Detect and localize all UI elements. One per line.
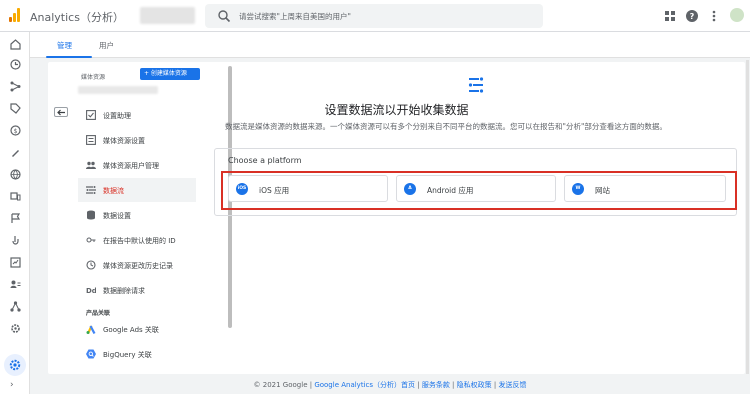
property-selector[interactable] (78, 86, 158, 94)
footer-link-privacy[interactable]: 隐私权政策 (457, 381, 492, 389)
tag-icon[interactable] (10, 103, 21, 114)
tab-admin[interactable]: 管理 (57, 40, 72, 51)
nav-google-ads-links[interactable]: Google Ads 关联 (78, 317, 196, 341)
avatar[interactable] (730, 8, 744, 22)
data-streams-hero-icon (468, 77, 484, 93)
bigquery-icon (86, 349, 96, 359)
nav-bigquery-links[interactable]: BigQuery 关联 (78, 342, 196, 366)
annotation-highlight-box (221, 171, 737, 210)
nav-label: 媒体资源更改历史记录 (103, 262, 173, 270)
svg-text:$: $ (14, 128, 18, 135)
top-bar: Analytics（分析） 请尝试搜索"上周来自美国的用户" ? (0, 0, 750, 32)
google-ads-icon (86, 325, 96, 334)
nav-label: 数据流 (103, 187, 124, 195)
property-settings-icon (86, 135, 96, 145)
history-icon (86, 260, 96, 270)
gear-icon (9, 359, 21, 371)
platform-chooser-title: Choose a platform (228, 156, 302, 165)
admin-button[interactable] (4, 354, 26, 376)
nav-change-history[interactable]: 媒体资源更改历史记录 (78, 253, 196, 277)
svg-text:?: ? (690, 12, 695, 21)
nav-label: 数据设置 (103, 212, 131, 220)
explore-icon[interactable] (10, 81, 21, 92)
help-icon[interactable]: ? (686, 10, 698, 22)
nav-label: 数据删除请求 (103, 287, 145, 295)
settings-small-icon[interactable] (10, 323, 21, 334)
nav-label: 在报告中默认使用的 ID (103, 237, 176, 245)
nav-label: 媒体资源用户管理 (103, 162, 159, 170)
page-description: 数据流是媒体资源的数据来源。一个媒体资源可以有多个分别来自不同平台的数据流。您可… (225, 122, 667, 131)
search-input[interactable]: 请尝试搜索"上周来自美国的用户" (239, 11, 351, 22)
data-streams-icon (86, 186, 96, 194)
create-property-button[interactable]: + 创建媒体资源 (140, 68, 200, 80)
nav-reporting-identity[interactable]: 在报告中默认使用的 ID (78, 228, 196, 252)
hierarchy-icon[interactable] (10, 301, 21, 312)
footer-link-terms[interactable]: 服务条款 (422, 381, 450, 389)
home-icon[interactable] (10, 39, 21, 50)
more-vert-icon[interactable] (708, 10, 720, 22)
tab-user[interactable]: 用户 (99, 40, 114, 51)
tab-bar: 管理 用户 (30, 32, 750, 58)
reports-icon[interactable] (10, 59, 21, 70)
nav-label: 媒体资源设置 (103, 137, 145, 145)
footer: © 2021 Google | Google Analytics（分析）首页 |… (253, 381, 527, 389)
nav-property-settings[interactable]: 媒体资源设置 (78, 128, 196, 152)
svg-text:Dd: Dd (86, 287, 96, 295)
nav-label: Google Ads 关联 (103, 326, 159, 334)
dollar-icon[interactable]: $ (10, 125, 21, 136)
nav-data-streams[interactable]: 数据流 (78, 178, 196, 202)
id-icon (86, 237, 96, 243)
data-deletion-icon: Dd (86, 287, 96, 295)
screen-icon[interactable] (10, 257, 21, 268)
devices-icon[interactable] (10, 191, 21, 202)
chevron-right-icon[interactable]: › (10, 380, 14, 390)
database-icon (87, 210, 95, 220)
people-icon (86, 161, 96, 169)
tab-indicator (46, 56, 92, 58)
flag-icon[interactable] (10, 213, 21, 224)
page-title: 设置数据流以开始收集数据 (324, 103, 469, 117)
globe-icon[interactable] (10, 169, 21, 180)
app-title: Analytics（分析） (30, 11, 124, 24)
footer-link-home[interactable]: Google Analytics（分析）首页 (314, 381, 415, 389)
nav-data-settings[interactable]: 数据设置 (78, 203, 196, 227)
left-rail: $ › (0, 32, 30, 394)
search-bar[interactable]: 请尝试搜索"上周来自美国的用户" (205, 4, 543, 28)
analytics-logo-icon[interactable] (8, 8, 22, 22)
nav-property-user-management[interactable]: 媒体资源用户管理 (78, 153, 196, 177)
nav-data-deletion[interactable]: Dd 数据删除请求 (78, 278, 196, 302)
apps-grid-icon[interactable] (664, 10, 676, 22)
footer-link-feedback[interactable]: 发送反馈 (498, 381, 526, 389)
product-links-heading: 产品关联 (86, 310, 111, 317)
page-scrollbar[interactable] (746, 60, 749, 374)
content-card: 媒体资源 + 创建媒体资源 设置助理 媒体资源设置 媒体资源用户管理 数据流 数… (48, 62, 745, 374)
account-selector[interactable] (140, 7, 195, 24)
pen-icon[interactable] (10, 147, 21, 158)
nav-label: BigQuery 关联 (103, 351, 152, 359)
footer-copyright: © 2021 Google | (253, 381, 315, 389)
user-list-icon[interactable] (10, 279, 21, 290)
property-label: 媒体资源 (81, 74, 106, 81)
search-icon (218, 10, 231, 23)
touch-icon[interactable] (10, 235, 21, 246)
